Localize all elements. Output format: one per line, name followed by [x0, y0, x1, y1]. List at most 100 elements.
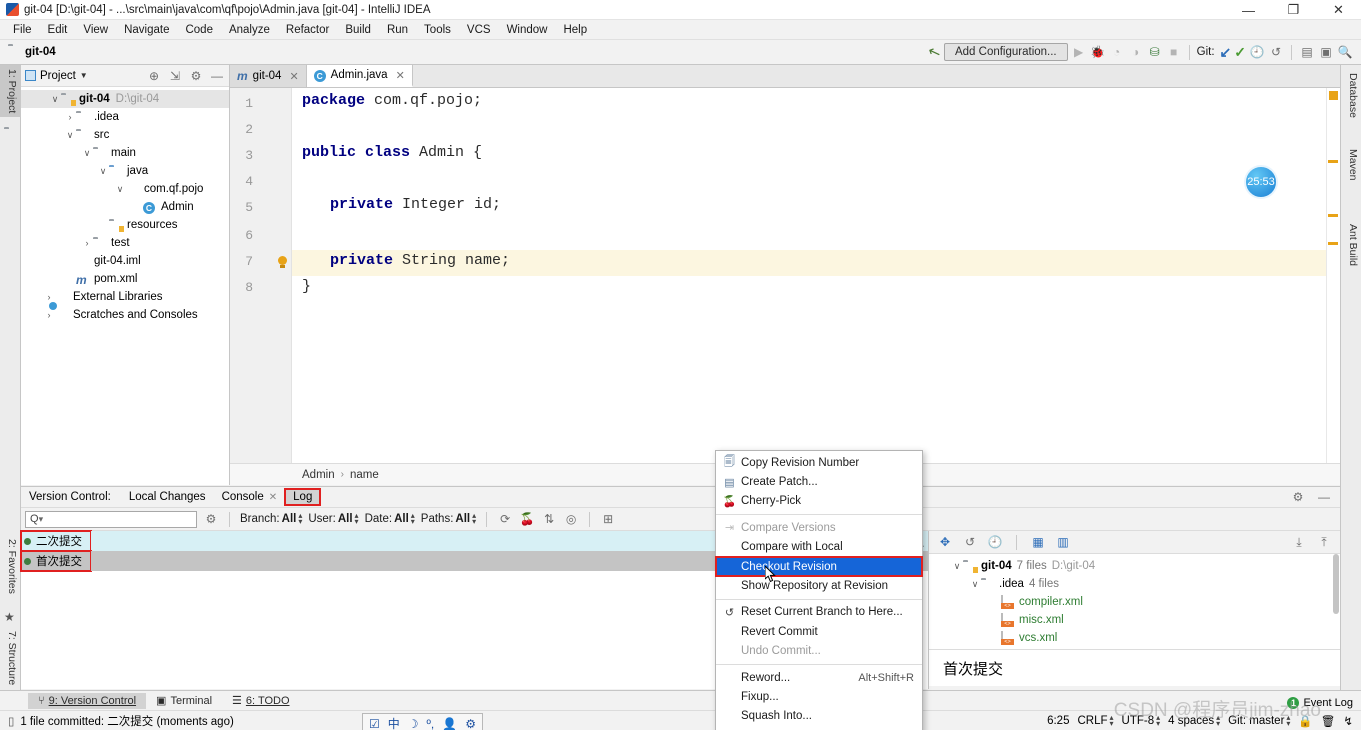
expand-arrow-icon[interactable]: ›: [43, 292, 55, 302]
menu-navigate[interactable]: Navigate: [116, 22, 177, 38]
tree-item-git-04[interactable]: ∨ git-04 D:\git-04: [21, 90, 229, 108]
expand-arrow-icon[interactable]: ›: [43, 310, 55, 320]
breadcrumb-admin[interactable]: Admin: [302, 469, 335, 481]
caret-position[interactable]: 6:25: [1047, 715, 1069, 727]
menu-item-create-patch[interactable]: ▤ Create Patch...: [716, 472, 922, 491]
sidebar-item-favorites[interactable]: 2: Favorites: [0, 535, 21, 598]
plugins-icon[interactable]: ▣: [1318, 44, 1334, 60]
git-history-icon[interactable]: 🕘: [1249, 44, 1265, 60]
menu-view[interactable]: View: [75, 22, 116, 38]
project-structure-icon[interactable]: ▤: [1299, 44, 1315, 60]
expand-arrow-icon[interactable]: ∨: [969, 579, 981, 590]
git-commit-icon[interactable]: ✓: [1234, 44, 1246, 61]
ime-gear-icon[interactable]: ⚙: [465, 717, 476, 730]
menu-item-interactively-rebase-from-here[interactable]: Interactively Rebase from Here...: [716, 726, 922, 730]
bottom-tab-todo[interactable]: ☰ 6: TODO: [222, 692, 299, 709]
profile-icon[interactable]: ◑: [1128, 44, 1144, 60]
commit-row-1[interactable]: 二次提交: [20, 530, 92, 552]
menu-item-reset-current-branch-to-here[interactable]: ↺ Reset Current Branch to Here...: [716, 603, 922, 622]
menu-build[interactable]: Build: [337, 22, 379, 38]
stop-icon[interactable]: ■: [1166, 44, 1182, 60]
editor-marker-bar[interactable]: [1326, 88, 1340, 463]
add-configuration-button[interactable]: Add Configuration...: [943, 43, 1068, 61]
menu-item-fixup[interactable]: Fixup...: [716, 687, 922, 706]
filter-user[interactable]: User: All ▴ ▾: [308, 512, 358, 526]
sidebar-item-project[interactable]: 1: Project: [0, 65, 21, 118]
commit-row-2[interactable]: 首次提交: [20, 550, 92, 572]
history-icon[interactable]: 🕘: [987, 534, 1003, 550]
menu-item-checkout-revision[interactable]: Checkout Revision: [715, 555, 923, 578]
trash-icon[interactable]: 🗑: [1321, 714, 1336, 728]
ime-moon-icon[interactable]: ☽: [408, 717, 419, 730]
group-by-module-icon[interactable]: ▥: [1055, 534, 1071, 550]
filter-paths[interactable]: Paths: All ▴ ▾: [421, 512, 476, 526]
navbar-project[interactable]: git-04: [8, 46, 56, 58]
bottom-tab-terminal[interactable]: ▣ Terminal: [146, 692, 222, 709]
run-coverage-icon[interactable]: ◔: [1109, 44, 1125, 60]
tree-item-admin[interactable]: C Admin: [21, 198, 229, 216]
code-editor[interactable]: 1 2 3 4 5 6 7 8 package com.qf.pojo; pub…: [230, 88, 1340, 463]
sidebar-item-structure[interactable]: 7: Structure: [0, 627, 21, 689]
close-icon[interactable]: ✕: [289, 70, 298, 83]
event-log-indicator[interactable]: 1 Event Log: [1287, 697, 1353, 709]
tree-item-scratches[interactable]: › Scratches and Consoles: [21, 306, 229, 324]
cherry-pick-icon[interactable]: 🍒: [519, 511, 535, 527]
menu-item-copy-revision-number[interactable]: 🗐 Copy Revision Number: [716, 453, 922, 472]
hide-icon[interactable]: —: [209, 68, 225, 84]
tree-item-java[interactable]: ∨ java: [21, 162, 229, 180]
collapse-all-icon[interactable]: ⤒: [1316, 534, 1332, 550]
expand-arrow-icon[interactable]: ∨: [64, 130, 76, 141]
menu-item-squash-into[interactable]: Squash Into...: [716, 707, 922, 726]
sidebar-item-maven[interactable]: Maven: [1341, 145, 1361, 185]
tab-git-04[interactable]: m git-04 ✕: [230, 65, 307, 87]
git-branch-item[interactable]: Git: master ▴ ▾: [1228, 713, 1290, 727]
sidebar-item-ant-build[interactable]: Ant Build: [1341, 220, 1361, 270]
gear-icon[interactable]: ⚙: [203, 511, 219, 527]
sidebar-item-database[interactable]: Database: [1341, 69, 1361, 122]
file-tree-item-git-04[interactable]: ∨ git-04 7 files D:\git-04: [929, 557, 1340, 575]
intention-bulb-icon[interactable]: [278, 256, 287, 268]
menu-help[interactable]: Help: [555, 22, 595, 38]
menu-tools[interactable]: Tools: [416, 22, 459, 38]
expand-icon[interactable]: ✥: [937, 534, 953, 550]
close-icon[interactable]: ✕: [269, 492, 277, 503]
maximize-button[interactable]: ❐: [1271, 0, 1316, 20]
expand-arrow-icon[interactable]: ›: [81, 238, 93, 248]
menu-item-revert-commit[interactable]: Revert Commit: [716, 622, 922, 641]
encoding-item[interactable]: UTF-8 ▴ ▾: [1122, 713, 1161, 727]
lock-icon[interactable]: 🔒: [1298, 714, 1312, 728]
tree-item-test[interactable]: › test: [21, 234, 229, 252]
menu-vcs[interactable]: VCS: [459, 22, 499, 38]
tree-item-com-qf-pojo[interactable]: ∨ com.qf.pojo: [21, 180, 229, 198]
tree-item-resources[interactable]: resources: [21, 216, 229, 234]
revert-icon[interactable]: ↺: [962, 534, 978, 550]
menu-item-reword[interactable]: Reword... Alt+Shift+R: [716, 668, 922, 687]
tab-admin-java[interactable]: C Admin.java ✕: [306, 65, 413, 87]
git-update-icon[interactable]: ↙: [1220, 44, 1232, 61]
expand-arrow-icon[interactable]: ›: [64, 112, 76, 122]
bottom-tab-version-control[interactable]: ⑂ 9: Version Control: [28, 692, 147, 709]
expand-arrow-icon[interactable]: ∨: [49, 94, 61, 105]
changed-files-tree[interactable]: ∨ git-04 7 files D:\git-04 ∨ .idea 4 fil…: [929, 554, 1340, 649]
show-details-icon[interactable]: ◎: [563, 511, 579, 527]
expand-arrow-icon[interactable]: ∨: [81, 148, 93, 159]
refresh-icon[interactable]: ⟳: [497, 511, 513, 527]
menu-item-show-repository-at-revision[interactable]: Show Repository at Revision: [716, 576, 922, 595]
expand-arrow-icon[interactable]: ∨: [114, 184, 126, 195]
build-arrow-icon[interactable]: ↖: [926, 41, 944, 62]
ime-punct-icon[interactable]: º,: [427, 717, 435, 730]
gear-icon[interactable]: ⚙: [1290, 489, 1306, 505]
tree-item-pom-xml[interactable]: m pom.xml: [21, 270, 229, 288]
menu-analyze[interactable]: Analyze: [221, 22, 278, 38]
hide-icon[interactable]: —: [1316, 489, 1332, 505]
tree-item-idea[interactable]: › .idea: [21, 108, 229, 126]
collapse-all-icon[interactable]: ⇲: [167, 68, 183, 84]
debug-icon[interactable]: 🐞: [1090, 44, 1106, 60]
tree-item-main[interactable]: ∨ main: [21, 144, 229, 162]
expand-arrow-icon[interactable]: ∨: [951, 561, 963, 572]
menu-item-cherry-pick[interactable]: 🍒 Cherry-Pick: [716, 492, 922, 511]
git-rollback-icon[interactable]: ↺: [1268, 44, 1284, 60]
group-by-directory-icon[interactable]: ▦: [1030, 534, 1046, 550]
filter-branch[interactable]: Branch: All ▴ ▾: [240, 512, 302, 526]
menu-window[interactable]: Window: [499, 22, 556, 38]
